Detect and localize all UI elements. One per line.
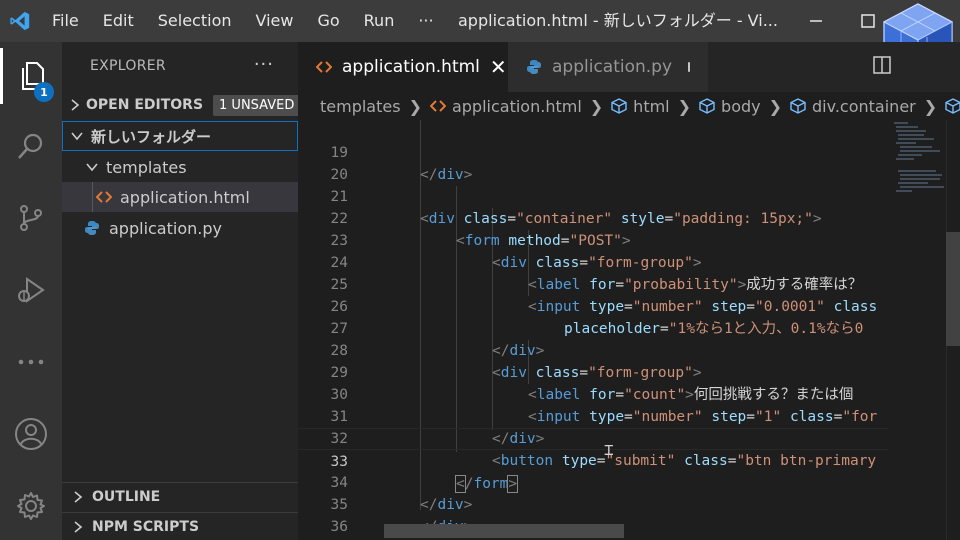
indent-guide	[92, 182, 93, 212]
chevron-right-icon: ❯	[589, 96, 604, 116]
explorer-sidebar: EXPLORER ··· OPEN EDITORS 1 UNSAVED 新しいフ…	[62, 42, 301, 540]
npm-scripts-label: NPM SCRIPTS	[92, 519, 200, 535]
breadcrumb-item[interactable]: html	[633, 97, 669, 116]
chevron-right-icon: ❯	[768, 96, 783, 116]
account-icon[interactable]	[0, 406, 62, 462]
run-debug-icon[interactable]	[0, 262, 62, 318]
templates-folder-label: templates	[106, 157, 187, 177]
code-line: 20	[298, 142, 888, 183]
symbol-cube-icon	[945, 98, 960, 114]
search-icon[interactable]	[0, 118, 62, 174]
breadcrumb-item[interactable]: div.container	[812, 97, 916, 116]
editor-tabs: application.html ✕ application.py	[298, 42, 960, 92]
explorer-icon[interactable]: 1	[0, 48, 62, 104]
file-application-py[interactable]: application.py	[62, 213, 298, 243]
folder-root-row[interactable]: 新しいフォルダー	[62, 121, 298, 151]
tab-label: application.py	[552, 57, 673, 77]
gear-icon[interactable]	[0, 478, 62, 534]
code-line: 26 placeholder="1%なら1と入力、0.1%なら0	[298, 274, 888, 337]
html-file-icon	[96, 190, 112, 204]
unsaved-dot-icon[interactable]	[688, 62, 690, 72]
explorer-badge: 1	[34, 82, 54, 102]
close-icon[interactable]: ✕	[490, 55, 507, 79]
html-file-icon	[316, 60, 332, 74]
npm-scripts-section[interactable]: NPM SCRIPTS	[62, 512, 298, 540]
code-line: 35 </div>	[298, 472, 888, 535]
code-line: 21 <div class="container" style="padding…	[298, 164, 888, 227]
explorer-title: EXPLORER	[90, 58, 166, 74]
vertical-scrollbar-thumb[interactable]	[946, 232, 960, 346]
code-line: 30 <input type="number" step="1" class="…	[298, 362, 888, 425]
tab-application-py[interactable]: application.py	[508, 42, 708, 92]
menu-more[interactable]: ···	[406, 0, 445, 42]
breadcrumb-item[interactable]: body	[721, 97, 761, 116]
file-application-html[interactable]: application.html	[62, 182, 298, 212]
code-line: 24 <label for="probability">成功する確率は？	[298, 230, 888, 293]
templates-folder-row[interactable]: templates	[62, 152, 298, 182]
symbol-cube-icon	[699, 98, 715, 114]
current-code-line: 33 </form>	[298, 428, 888, 493]
code-line: 34 </div>	[298, 450, 888, 513]
breadcrumb-item[interactable]: application.html	[452, 97, 582, 116]
text-cursor-icon: ⌶	[604, 440, 614, 459]
python-file-icon	[84, 220, 100, 236]
activity-bar: 1	[0, 42, 62, 540]
code-editor[interactable]: 19 </div> 20 21 <div class="container" s…	[298, 120, 888, 540]
code-line: 22 <form method="POST">	[298, 186, 888, 249]
code-line: 31 </div>	[298, 384, 888, 447]
chevron-down-icon	[84, 162, 100, 172]
code-line: 32 <button type="submit" class="btn btn-…	[298, 406, 888, 469]
vscode-logo-icon	[0, 0, 40, 42]
chevron-right-icon: ❯	[923, 96, 938, 116]
file-label: application.py	[109, 218, 222, 238]
menu-selection[interactable]: Selection	[146, 0, 244, 42]
chevron-right-icon: ❯	[408, 96, 422, 116]
outline-label: OUTLINE	[92, 489, 161, 505]
code-line: 19 </div>	[298, 120, 888, 183]
menu-edit[interactable]: Edit	[91, 0, 146, 42]
menu-bar: File Edit Selection View Go Run ···	[40, 0, 446, 42]
minimize-icon[interactable]	[796, 0, 836, 42]
open-editors-section[interactable]: OPEN EDITORS 1 UNSAVED	[62, 90, 301, 120]
minimap[interactable]	[888, 120, 946, 540]
split-editor-icon[interactable]	[872, 55, 892, 79]
breadcrumb: templates ❯ application.html ❯ html ❯ bo…	[298, 92, 960, 120]
chevron-right-icon: ❯	[677, 96, 692, 116]
folder-root-label: 新しいフォルダー	[91, 127, 212, 146]
menu-go[interactable]: Go	[305, 0, 351, 42]
code-line: 23 <div class="form-group">	[298, 208, 888, 271]
file-label: application.html	[120, 187, 250, 207]
horizontal-scrollbar[interactable]	[384, 524, 624, 538]
outline-section[interactable]: OUTLINE	[62, 482, 298, 512]
menu-run[interactable]: Run	[352, 0, 407, 42]
code-line: 29 <label for="count">何回挑戦する？または個	[298, 340, 888, 403]
code-line: 28 <div class="form-group">	[298, 318, 888, 381]
symbol-cube-icon	[611, 98, 627, 114]
chevron-right-icon	[70, 491, 86, 503]
code-line: 27 </div>	[298, 296, 888, 359]
code-line: 36 </div>	[298, 494, 888, 535]
source-control-icon[interactable]	[0, 190, 62, 246]
html-file-icon	[429, 99, 446, 113]
code-line: 25 <input type="number" step="0.0001" cl…	[298, 252, 888, 315]
explorer-header: EXPLORER ···	[62, 42, 298, 90]
more-views-icon[interactable]	[0, 334, 62, 390]
menu-view[interactable]: View	[244, 0, 306, 42]
tab-label: application.html	[342, 57, 480, 77]
title-bar: File Edit Selection View Go Run ··· appl…	[0, 0, 960, 42]
unsaved-badge: 1 UNSAVED	[213, 94, 301, 116]
python-file-icon	[526, 59, 542, 75]
explorer-more-button[interactable]: ···	[254, 54, 274, 75]
open-editors-label: OPEN EDITORS	[86, 97, 204, 113]
symbol-cube-icon	[790, 98, 806, 114]
tab-application-html[interactable]: application.html ✕	[298, 42, 508, 92]
chevron-right-icon	[70, 99, 80, 111]
chevron-right-icon	[70, 521, 86, 533]
menu-file[interactable]: File	[40, 0, 91, 42]
chevron-down-icon	[69, 131, 85, 141]
window-title: application.html - 新しいフォルダー - Vi...	[458, 11, 778, 30]
breadcrumb-item[interactable]: templates	[320, 97, 401, 116]
